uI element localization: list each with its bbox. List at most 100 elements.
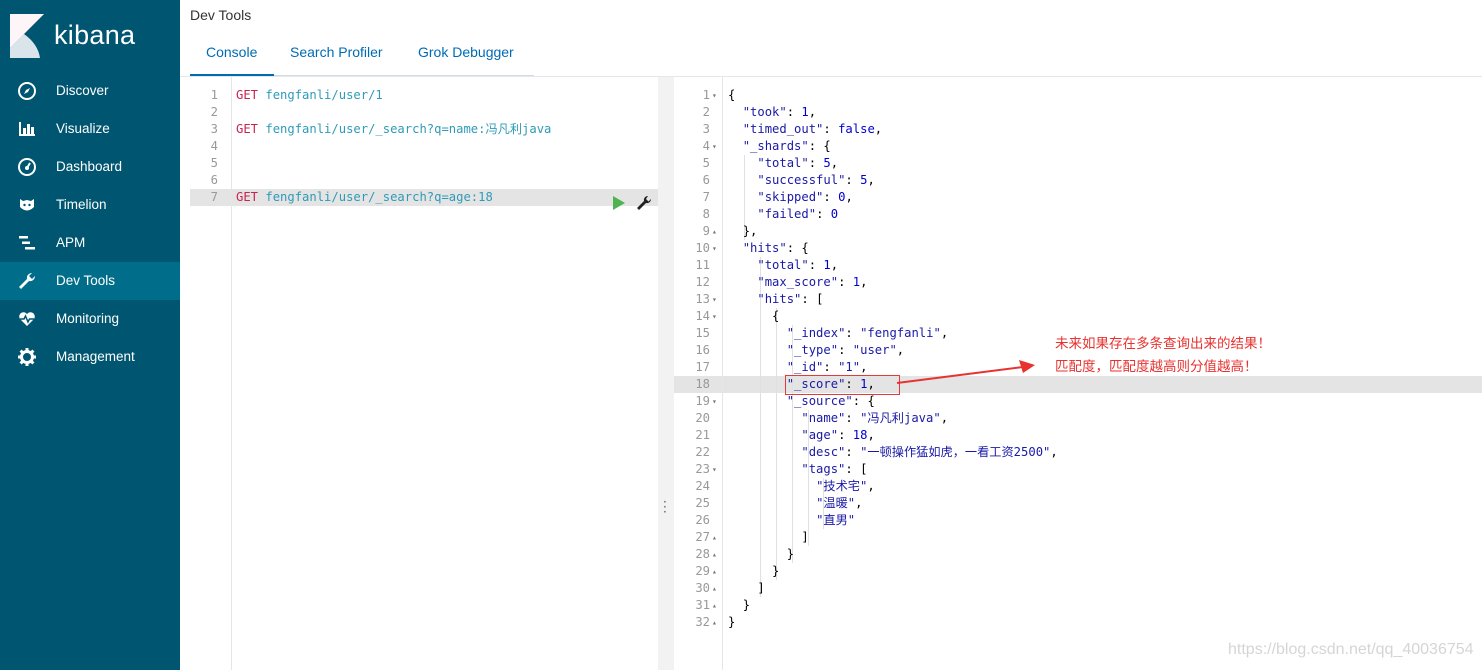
response-line-number: 13 <box>695 292 710 306</box>
fold-open-icon[interactable]: ▾ <box>712 291 717 308</box>
response-line: "skipped": 0, <box>757 190 853 204</box>
response-line-number: 32 <box>695 615 710 629</box>
response-line-number: 28 <box>695 547 710 561</box>
fold-open-icon[interactable]: ▾ <box>712 240 717 257</box>
kibana-logo-icon <box>10 14 44 58</box>
sidebar-item-discover[interactable]: Discover <box>0 72 180 110</box>
request-line[interactable]: GET fengfanli/user/1 <box>236 87 383 104</box>
response-line: "timed_out": false, <box>742 122 883 136</box>
response-line: "_id": "1", <box>786 360 868 374</box>
request-line-number: 4 <box>210 139 218 153</box>
request-line-number: 1 <box>210 88 218 102</box>
score-highlight-box <box>785 375 900 395</box>
editor-resize-divider[interactable] <box>658 77 674 670</box>
fold-close-icon[interactable]: ▴ <box>712 597 717 614</box>
fold-open-icon[interactable]: ▾ <box>712 87 717 104</box>
tab-grok-debugger[interactable]: Grok Debugger <box>418 44 514 60</box>
sidebar-item-timelion[interactable]: Timelion <box>0 186 180 224</box>
response-line: "_shards": { <box>742 139 831 153</box>
request-method: GET <box>236 88 259 102</box>
kibana-logo[interactable]: kibana <box>10 12 175 58</box>
response-line-number: 11 <box>695 258 710 272</box>
response-line-number: 14 <box>695 309 710 323</box>
response-line-number: 27 <box>695 530 710 544</box>
watermark: https://blog.csdn.net/qq_40036754 <box>1228 641 1474 658</box>
response-line-number: 18 <box>695 377 710 391</box>
request-method: GET <box>236 190 259 204</box>
dashboard-icon <box>18 158 36 176</box>
bar-chart-icon <box>19 122 35 136</box>
timelion-icon <box>20 199 34 211</box>
gear-icon <box>18 348 36 366</box>
response-line: "failed": 0 <box>757 207 839 221</box>
response-line: "hits": [ <box>757 292 824 306</box>
request-line[interactable]: GET fengfanli/user/_search?q=name:冯凡利jav… <box>236 121 551 138</box>
response-line-number: 5 <box>702 156 710 170</box>
fold-open-icon[interactable]: ▾ <box>712 138 717 155</box>
fold-close-icon[interactable]: ▴ <box>712 614 717 631</box>
response-line: "_source": { <box>786 394 875 408</box>
sidebar-item-visualize[interactable]: Visualize <box>0 110 180 148</box>
compass-icon <box>18 82 36 100</box>
fold-close-icon[interactable]: ▴ <box>712 546 717 563</box>
response-line: "_type": "user", <box>786 343 905 357</box>
response-line-number: 26 <box>695 513 710 527</box>
response-line-number: 24 <box>695 479 710 493</box>
response-line-number: 22 <box>695 445 710 459</box>
annotation-arrow <box>896 360 1035 384</box>
sidebar: kibana Discover Visualize Dashboard Time… <box>0 0 180 670</box>
fold-open-icon[interactable]: ▾ <box>712 393 717 410</box>
dev-tools-tabs: Console Search Profiler Grok Debugger <box>190 36 534 76</box>
request-line[interactable]: GET fengfanli/user/_search?q=age:18 <box>236 189 493 206</box>
request-line-number: 6 <box>210 173 218 187</box>
response-line-number: 15 <box>695 326 710 340</box>
response-line: "tags": [ <box>801 462 868 476</box>
response-line: ] <box>801 530 809 544</box>
request-line-number: 7 <box>210 190 218 204</box>
response-line: { <box>728 88 736 102</box>
sidebar-nav: Discover Visualize Dashboard Timelion AP… <box>0 72 180 376</box>
fold-close-icon[interactable]: ▴ <box>712 529 717 546</box>
response-gutter-border <box>722 77 723 670</box>
sidebar-item-label: Monitoring <box>56 311 120 326</box>
request-path: fengfanli/user/_search?q=age:18 <box>265 190 493 204</box>
wrench-settings-icon[interactable] <box>636 195 652 211</box>
response-line-number: 23 <box>695 462 710 476</box>
response-line: "_index": "fengfanli", <box>786 326 949 340</box>
response-line-number: 2 <box>702 105 710 119</box>
response-line: "技术宅", <box>816 479 875 493</box>
tab-console[interactable]: Console <box>206 44 257 60</box>
sidebar-item-apm[interactable]: APM <box>0 224 180 262</box>
play-icon[interactable] <box>612 196 626 210</box>
tab-search-profiler[interactable]: Search Profiler <box>290 44 383 60</box>
sidebar-item-dashboard[interactable]: Dashboard <box>0 148 180 186</box>
response-line: "max_score": 1, <box>757 275 868 289</box>
response-line: } <box>742 598 751 612</box>
response-line-number: 29 <box>695 564 710 578</box>
response-line-number: 10 <box>695 241 710 255</box>
response-line-number: 17 <box>695 360 710 374</box>
fold-close-icon[interactable]: ▴ <box>712 563 717 580</box>
request-line-number: 5 <box>210 156 218 170</box>
annotation-text-line2: 匹配度，匹配度越高则分值越高！ <box>1055 359 1258 375</box>
heartbeat-icon <box>19 312 35 326</box>
sidebar-item-management[interactable]: Management <box>0 338 180 376</box>
fold-open-icon[interactable]: ▾ <box>712 461 717 478</box>
sidebar-item-monitoring[interactable]: Monitoring <box>0 300 180 338</box>
response-line-number: 9 <box>702 224 710 238</box>
sidebar-item-dev-tools[interactable]: Dev Tools <box>0 262 180 300</box>
kibana-wordmark: kibana <box>54 20 136 50</box>
wrench-icon <box>19 272 36 289</box>
drag-handle-icon[interactable]: · · · <box>663 496 669 518</box>
response-line: } <box>772 564 780 578</box>
response-line-number: 6 <box>702 173 710 187</box>
response-line-number: 19 <box>695 394 710 408</box>
request-method: GET <box>236 122 259 136</box>
request-path: fengfanli/user/1 <box>265 88 383 102</box>
sidebar-item-label: Discover <box>56 83 109 98</box>
fold-close-icon[interactable]: ▴ <box>712 580 717 597</box>
response-line-number: 16 <box>695 343 710 357</box>
fold-close-icon[interactable]: ▴ <box>712 223 717 240</box>
fold-open-icon[interactable]: ▾ <box>712 308 717 325</box>
response-line: "took": 1, <box>742 105 817 119</box>
